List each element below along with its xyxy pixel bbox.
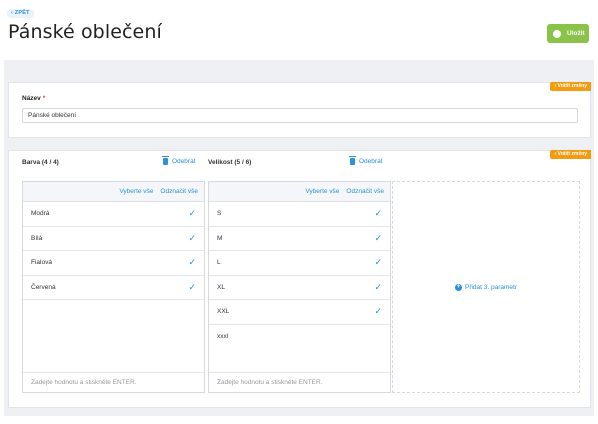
save-button[interactable]: Uložit	[547, 24, 589, 43]
trash-icon	[162, 156, 169, 165]
checkmark-icon: ✓	[374, 257, 382, 268]
color-param-title: Barva (4 / 4)	[22, 159, 59, 166]
color-values-column: Vyberte vše Odznačit vše Modrá ✓ Bílá ✓ Fi…	[22, 181, 205, 393]
save-label: Uložit	[567, 30, 585, 37]
checkmark-icon: ✓	[188, 232, 196, 243]
trash-icon	[349, 156, 356, 165]
checkmark-icon: ✓	[374, 232, 382, 243]
size-column-toolbar: Vyberte vše Odznačit vše	[209, 182, 390, 202]
list-item[interactable]: Fialová ✓	[23, 251, 204, 276]
color-remove-button[interactable]: Odebrat	[162, 156, 196, 165]
add-third-parameter-button[interactable]: + Přidat 3. parametr	[392, 181, 580, 393]
color-deselect-all-link[interactable]: Odznačit vše	[160, 188, 198, 195]
list-item[interactable]: Modrá ✓	[23, 202, 204, 227]
name-input[interactable]	[22, 108, 578, 123]
size-deselect-all-link[interactable]: Odznačit vše	[346, 188, 384, 195]
required-mark: *	[42, 95, 46, 102]
color-select-all-link[interactable]: Vyberte vše	[119, 188, 153, 195]
size-select-all-link[interactable]: Vyberte vše	[305, 188, 339, 195]
save-icon	[553, 29, 561, 38]
checkmark-icon: ✓	[188, 208, 196, 219]
add-third-parameter-label: Přidat 3. parametr	[464, 283, 518, 291]
page-title: Pánské oblečení	[8, 21, 162, 43]
color-column-toolbar: Vyberte vše Odznačit vše	[23, 182, 204, 202]
list-item[interactable]: xxxl	[209, 325, 390, 350]
list-item[interactable]: Červená ✓	[23, 276, 204, 300]
plus-icon: +	[454, 283, 462, 291]
list-item[interactable]: L ✓	[209, 251, 390, 276]
list-item[interactable]: M ✓	[209, 227, 390, 251]
list-item[interactable]: S ✓	[209, 202, 390, 227]
color-new-value-input[interactable]: Zadejte hodnotu a stiskněte ENTER.	[23, 372, 204, 392]
checkmark-icon: ✓	[374, 306, 382, 317]
checkmark-icon: ✓	[374, 208, 382, 219]
list-item[interactable]: XXL ✓	[209, 300, 390, 325]
parameters-card: ‹ Vrátit změny Barva (4 / 4) Odebrat Vel…	[8, 150, 591, 408]
name-label: Název *	[22, 95, 46, 102]
size-new-value-input[interactable]: Zadejte hodnotu a stiskněte ENTER.	[209, 372, 390, 392]
checkmark-icon: ✓	[188, 257, 196, 268]
name-card: ‹ Vrátit změny Název *	[8, 82, 591, 138]
list-item[interactable]: Bílá ✓	[23, 227, 204, 251]
name-revert-button[interactable]: ‹ Vrátit změny	[550, 82, 591, 91]
checkmark-icon: ✓	[188, 281, 196, 292]
back-button[interactable]: ‹ ZPĚT	[7, 9, 34, 18]
list-item[interactable]: XL ✓	[209, 276, 390, 300]
params-revert-button[interactable]: ‹ Vrátit změny	[550, 150, 591, 159]
size-values-column: Vyberte vše Odznačit vše S ✓ M ✓ L ✓ XL ✓ XX…	[208, 181, 391, 393]
checkmark-icon: ✓	[374, 281, 382, 292]
size-remove-button[interactable]: Odebrat	[349, 156, 383, 165]
size-param-title: Velikost (5 / 6)	[208, 159, 252, 166]
